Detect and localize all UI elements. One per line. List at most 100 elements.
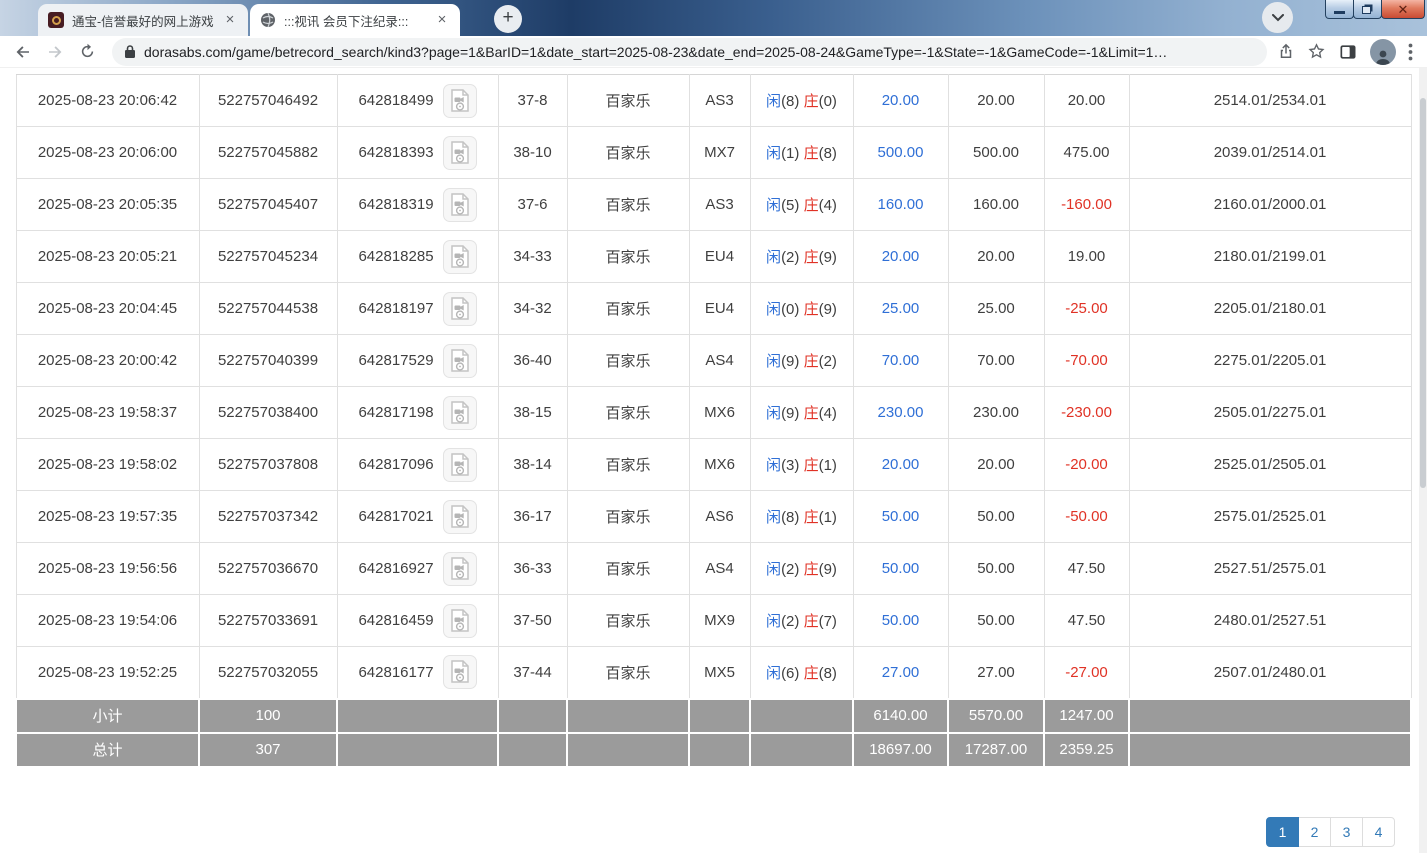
bet-amount-link[interactable]: 25.00 [882, 300, 920, 317]
page-button-4[interactable]: 4 [1362, 817, 1395, 847]
valid-amount: 25.00 [948, 283, 1044, 335]
round-id: 642817529 [358, 352, 433, 369]
video-record-icon [449, 349, 471, 373]
close-button[interactable]: ✕ [1381, 0, 1425, 19]
video-replay-button[interactable] [443, 136, 477, 170]
share-icon[interactable] [1277, 43, 1295, 61]
star-bookmark-icon[interactable] [1307, 42, 1326, 61]
page-button-1[interactable]: 1 [1266, 817, 1299, 847]
video-replay-button[interactable] [443, 292, 477, 326]
tab-close-icon[interactable]: × [434, 12, 450, 28]
round-id-cell: 642817198 [337, 387, 498, 439]
balance: 2505.01/2275.01 [1129, 387, 1411, 439]
bet-time: 2025-08-23 20:00:42 [16, 335, 199, 387]
round-id-cell: 642817529 [337, 335, 498, 387]
table-code: MX9 [689, 595, 750, 647]
bet-amount-link[interactable]: 50.00 [882, 612, 920, 629]
table-row: 2025-08-23 19:52:25522757032055642816177… [16, 647, 1411, 699]
player-label: 闲 [766, 301, 781, 318]
video-replay-button[interactable] [443, 448, 477, 482]
total-count: 307 [199, 733, 337, 767]
page-button-3[interactable]: 3 [1330, 817, 1363, 847]
bet-amount-link[interactable]: 20.00 [882, 92, 920, 109]
balance: 2205.01/2180.01 [1129, 283, 1411, 335]
round-id: 642818499 [358, 92, 433, 109]
player-label: 闲 [766, 197, 781, 214]
player-label: 闲 [766, 405, 781, 422]
bet-id: 522757045234 [199, 231, 337, 283]
tongbao-favicon-icon [48, 12, 64, 28]
bet-amount-link[interactable]: 500.00 [878, 144, 924, 161]
browser-tab-betrecord[interactable]: :::视讯 会员下注纪录::: × [250, 4, 460, 36]
back-button[interactable] [10, 39, 36, 65]
forward-button[interactable] [42, 39, 68, 65]
restore-button[interactable] [1353, 0, 1382, 19]
total-bet: 18697.00 [853, 733, 948, 767]
tab-close-icon[interactable]: × [222, 12, 238, 28]
video-record-icon [449, 89, 471, 113]
table-row: 2025-08-23 19:57:35522757037342642817021… [16, 491, 1411, 543]
bet-amount-cell: 50.00 [853, 543, 948, 595]
video-replay-button[interactable] [443, 655, 477, 689]
secure-lock-icon[interactable] [124, 44, 136, 59]
banker-score: (9) [819, 561, 837, 578]
avatar[interactable] [1370, 39, 1396, 65]
table-code: MX5 [689, 647, 750, 699]
url-omnibox[interactable]: dorasabs.com/game/betrecord_search/kind3… [112, 38, 1267, 66]
bet-id: 522757032055 [199, 647, 337, 699]
player-label: 闲 [766, 457, 781, 474]
video-replay-button[interactable] [443, 604, 477, 638]
bet-amount-cell: 27.00 [853, 647, 948, 699]
side-panel-icon[interactable] [1338, 42, 1358, 62]
video-record-icon [449, 557, 471, 581]
player-score: (0) [781, 301, 799, 318]
tab-search-button[interactable] [1262, 2, 1293, 33]
bet-amount-link[interactable]: 27.00 [882, 664, 920, 681]
table-code: MX6 [689, 387, 750, 439]
refresh-button[interactable] [74, 39, 100, 65]
bet-id: 522757037808 [199, 439, 337, 491]
bet-id: 522757033691 [199, 595, 337, 647]
bet-amount-link[interactable]: 160.00 [878, 196, 924, 213]
banker-label: 庄 [804, 353, 819, 370]
bet-record-table: 2025-08-23 20:06:42522757046492642818499… [15, 74, 1412, 768]
bet-amount-link[interactable]: 20.00 [882, 248, 920, 265]
scrollbar-thumb[interactable] [1420, 98, 1426, 488]
video-replay-button[interactable] [443, 84, 477, 118]
bet-amount-link[interactable]: 50.00 [882, 560, 920, 577]
video-replay-button[interactable] [443, 396, 477, 430]
video-replay-button[interactable] [443, 188, 477, 222]
kebab-menu-icon[interactable] [1408, 43, 1413, 61]
banker-label: 庄 [804, 457, 819, 474]
new-tab-button[interactable]: + [494, 5, 522, 33]
close-icon: ✕ [1398, 1, 1409, 18]
minimize-button[interactable] [1325, 0, 1354, 19]
bet-amount-cell: 230.00 [853, 387, 948, 439]
video-replay-button[interactable] [443, 552, 477, 586]
valid-amount: 160.00 [948, 179, 1044, 231]
footer-empty-cell [1129, 733, 1411, 767]
page-button-2[interactable]: 2 [1298, 817, 1331, 847]
round-id-cell: 642818197 [337, 283, 498, 335]
video-replay-button[interactable] [443, 344, 477, 378]
video-replay-button[interactable] [443, 500, 477, 534]
banker-score: (9) [819, 249, 837, 266]
table-round: 34-33 [498, 231, 567, 283]
vertical-scrollbar[interactable] [1419, 68, 1427, 853]
bet-amount-link[interactable]: 70.00 [882, 352, 920, 369]
bet-amount-link[interactable]: 230.00 [878, 404, 924, 421]
bet-amount-link[interactable]: 20.00 [882, 456, 920, 473]
browser-tab-home[interactable]: 通宝-信誉最好的网上游戏平台 × [38, 4, 248, 36]
balance: 2507.01/2480.01 [1129, 647, 1411, 699]
round-id-cell: 642818393 [337, 127, 498, 179]
valid-amount: 230.00 [948, 387, 1044, 439]
player-score: (8) [781, 93, 799, 110]
chevron-down-icon [1272, 14, 1284, 22]
video-replay-button[interactable] [443, 240, 477, 274]
bet-amount-link[interactable]: 50.00 [882, 508, 920, 525]
round-id-cell: 642816177 [337, 647, 498, 699]
refresh-icon [79, 43, 96, 60]
bet-amount-cell: 500.00 [853, 127, 948, 179]
game-result: 闲(1) 庄(8) [750, 127, 853, 179]
balance: 2527.51/2575.01 [1129, 543, 1411, 595]
